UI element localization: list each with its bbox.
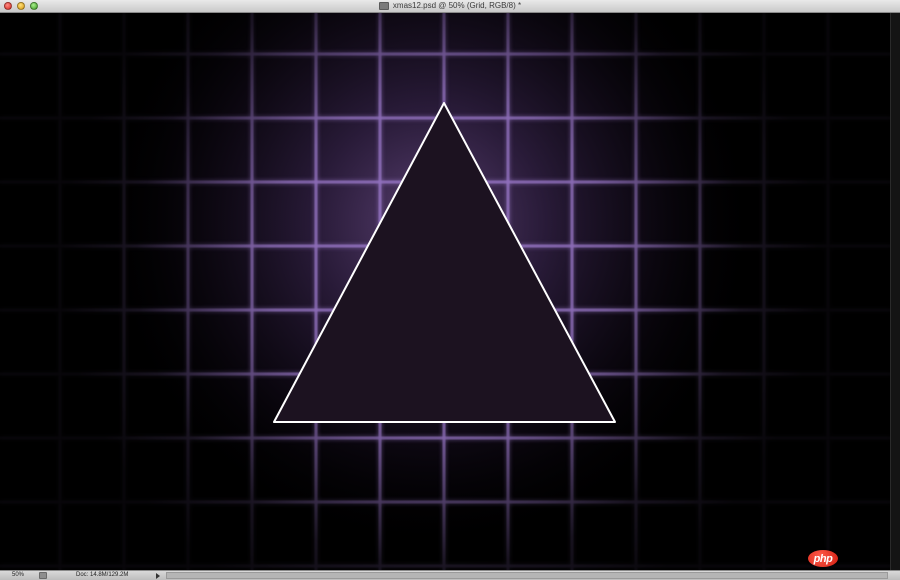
title-container: xmas12.psd @ 50% (Grid, RGB/8) * xyxy=(0,0,900,12)
vertical-scrollbar[interactable] xyxy=(890,13,900,570)
status-bar: 50% Doc: 14.8M/129.2M xyxy=(0,570,900,580)
window-title: xmas12.psd @ 50% (Grid, RGB/8) * xyxy=(392,1,522,10)
horizontal-scrollbar[interactable] xyxy=(166,572,888,579)
status-info-button[interactable] xyxy=(39,572,47,579)
php-logo-watermark: php xyxy=(808,550,838,567)
watermark-text: php xyxy=(813,552,833,565)
title-bar[interactable]: xmas12.psd @ 50% (Grid, RGB/8) * xyxy=(0,0,900,13)
zoom-level-field[interactable]: 50% xyxy=(3,571,33,580)
status-menu-arrow-icon[interactable] xyxy=(156,573,160,579)
photoshop-document-window: xmas12.psd @ 50% (Grid, RGB/8) * 50% Doc… xyxy=(0,0,900,580)
document-canvas[interactable] xyxy=(0,13,890,570)
document-size-info: Doc: 14.8M/129.2M xyxy=(76,572,129,578)
artwork xyxy=(0,13,890,570)
document-proxy-icon[interactable] xyxy=(378,2,389,10)
